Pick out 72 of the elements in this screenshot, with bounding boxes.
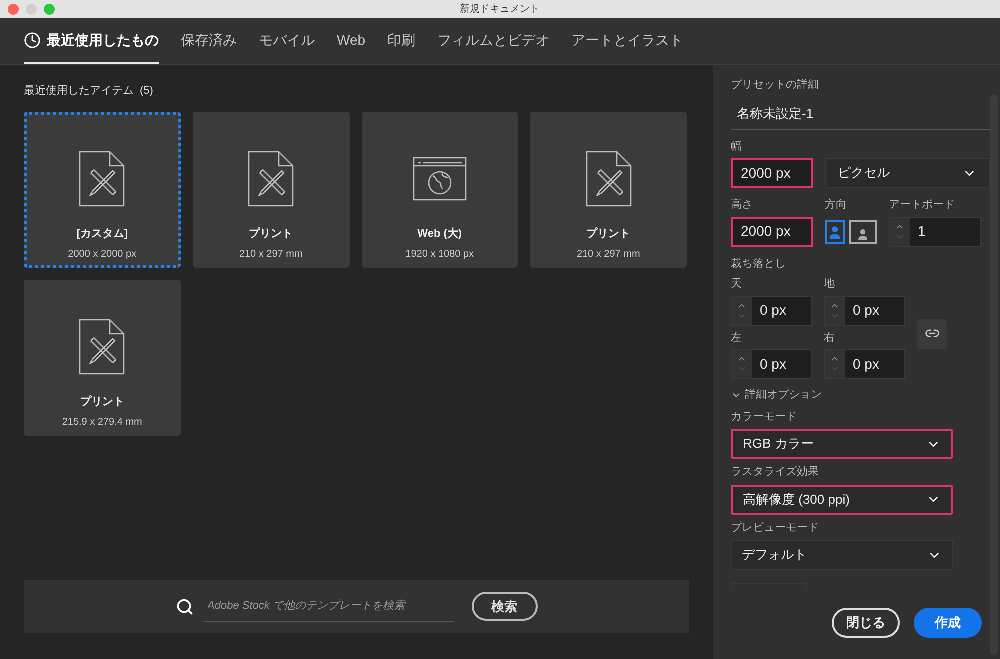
link-button[interactable] [917,318,947,348]
width-field[interactable]: 2000 px [731,158,813,188]
preset-size: 1920 x 1080 px [406,248,474,262]
document-pencil-ruler-icon [248,150,294,206]
clock-icon [24,32,41,48]
document-pencil-ruler-icon [79,150,126,206]
bleed-field[interactable]: 0 px [731,296,812,326]
tab[interactable]: モバイル [259,18,315,64]
tab[interactable]: アートとイラスト [572,18,684,64]
field-label: 地 [824,277,836,292]
create-button[interactable]: 作成 [914,608,982,638]
preset-card[interactable]: プリント 210 x 297 mm [192,112,350,268]
section-label: 裁ち落とし [731,256,787,272]
preset-size: 215.9 x 279.4 mm [62,416,142,430]
unit-dropdown[interactable]: ピクセル [825,158,990,188]
stepper-icon[interactable] [825,350,845,378]
preset-size: 210 x 297 mm [576,248,640,262]
preset-name: プリント [586,226,631,242]
field-label: 天 [731,277,743,292]
preset-card[interactable]: プリント 210 x 297 mm [530,112,687,268]
close-icon[interactable] [8,4,19,14]
preset-card[interactable]: Web (大) 1920 x 1080 px [362,112,518,268]
preset-size: 2000 x 2000 px [68,248,137,262]
field-label: 右 [824,330,836,346]
landscape-button[interactable] [849,220,877,244]
field-label: 左 [731,330,743,346]
portrait-button[interactable] [825,220,845,244]
window-title: 新規ドキュメント [460,2,540,16]
item-count: (5) [140,84,154,99]
zoom-icon[interactable] [44,4,55,14]
stepper-icon[interactable] [732,350,752,378]
dropdown[interactable]: デフォルト [731,540,953,570]
bleed-field[interactable]: 0 px [824,349,905,379]
dropdown[interactable]: RGB カラー [731,429,953,459]
dropdown[interactable]: 高解像度 (300 ppi) [731,484,953,514]
stepper-icon[interactable] [825,296,845,324]
bleed-field[interactable]: 0 px [731,349,812,379]
document-pencil-ruler-icon [79,318,126,374]
browser-globe-icon [412,156,467,200]
person-icon [856,228,870,242]
preset-card[interactable]: [カスタム] 2000 x 2000 px [24,112,181,268]
tab[interactable]: 保存済み [181,18,237,64]
field-label: 方向 [825,198,848,213]
advanced-options-toggle[interactable]: 詳細オプション [731,387,990,404]
tab[interactable]: Web [337,18,366,64]
tab[interactable]: フィルムとビデオ [438,18,550,64]
field-label: 高さ [731,198,754,213]
artboard-field[interactable]: 1 [889,216,981,246]
field-label: カラーモード [731,410,798,424]
stepper-icon[interactable] [890,218,910,246]
field-label: ラスタライズ効果 [731,465,820,480]
panel-heading: プリセットの詳細 [731,78,820,93]
height-field[interactable]: 2000 px [731,216,813,246]
stepper-icon[interactable] [732,296,752,324]
search-button[interactable]: 検索 [472,592,538,621]
tab[interactable]: 最近使用したもの [24,18,159,64]
bleed-field[interactable]: 0 px [824,296,905,326]
preset-name: プリント [249,226,294,242]
document-pencil-ruler-icon [586,150,632,206]
person-icon [827,224,843,242]
field-label: アートボード [889,198,956,213]
tab[interactable]: 印刷 [388,18,416,64]
preset-size: 210 x 297 mm [239,248,303,262]
search-icon [176,598,194,616]
field-label: 幅 [731,140,743,154]
preset-card[interactable]: プリント 215.9 x 279.4 mm [24,280,181,436]
preset-name: プリント [80,394,124,410]
close-button[interactable]: 閉じる [832,608,900,638]
preset-name: [カスタム] [76,226,128,242]
section-heading: 最近使用したアイテム [24,84,134,99]
preset-name: Web (大) [418,226,462,242]
field-label: プレビューモード [731,520,820,536]
